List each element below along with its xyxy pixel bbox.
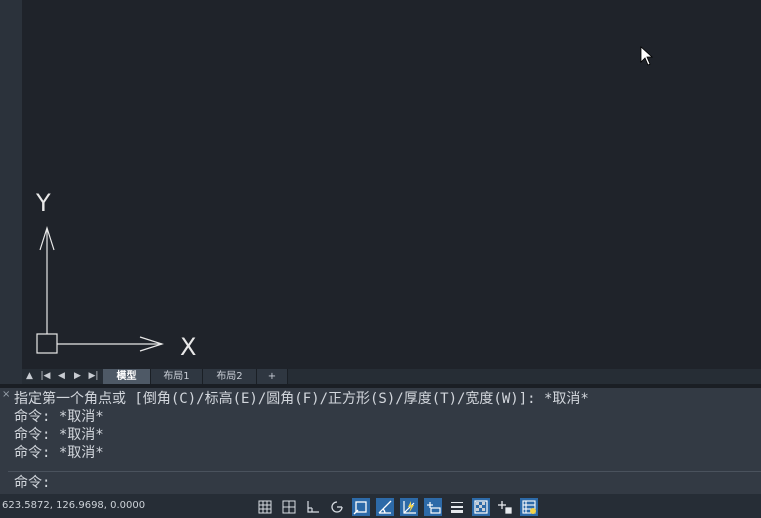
prev-layout-button[interactable]: ◀ (55, 370, 68, 383)
ortho-mode-toggle[interactable] (304, 498, 322, 516)
polar-tracking-toggle[interactable] (328, 498, 346, 516)
command-history-line: 命令: *取消* (14, 445, 104, 461)
tab-scroll-up-button[interactable]: ▲ (23, 370, 36, 383)
snap-grid-icon (282, 500, 296, 514)
polar-icon (331, 501, 343, 513)
command-history-line: 命令: *取消* (14, 427, 104, 443)
lineweight-toggle[interactable] (448, 498, 466, 516)
last-layout-button[interactable]: ▶| (87, 370, 100, 383)
command-separator (8, 471, 761, 472)
left-panel-strip (0, 0, 22, 388)
next-layout-button[interactable]: ▶ (71, 370, 84, 383)
layout-tab-bar: ▲ |◀ ◀ ▶ ▶| 模型 布局1 布局2 + (22, 369, 761, 384)
tab-layout1[interactable]: 布局1 (151, 369, 203, 384)
transparency-icon (474, 500, 488, 514)
dynamic-input-toggle[interactable] (424, 498, 442, 516)
status-bar: 623.5872, 126.9698, 0.0000 (0, 494, 761, 518)
selection-cycling-toggle[interactable] (496, 498, 514, 516)
object-snap-tracking-toggle[interactable] (376, 498, 394, 516)
object-snap-toggle[interactable] (352, 498, 370, 516)
annotation-icon (522, 500, 536, 514)
lineweight-icon (451, 502, 463, 513)
command-close-icon[interactable]: × (2, 390, 10, 400)
tab-layout2[interactable]: 布局2 (203, 369, 257, 384)
dynamic-ucs-toggle[interactable] (400, 498, 418, 516)
selection-cycling-icon (498, 501, 512, 514)
command-history-line: 命令: *取消* (14, 409, 104, 425)
coordinate-readout: 623.5872, 126.9698, 0.0000 (2, 500, 146, 511)
command-input[interactable] (60, 474, 750, 492)
dynamic-ucs-icon (403, 501, 416, 514)
osnap-icon (353, 501, 367, 515)
add-layout-button[interactable]: + (257, 369, 288, 384)
command-prompt-label: 命令: (14, 475, 51, 491)
transparency-toggle[interactable] (472, 498, 490, 516)
command-window: × 指定第一个角点或 [倒角(C)/标高(E)/圆角(F)/正方形(S)/厚度(… (0, 388, 761, 494)
ortho-icon (307, 501, 319, 513)
osnap-tracking-icon (378, 500, 392, 514)
tab-model[interactable]: 模型 (103, 369, 151, 384)
grid-display-toggle[interactable] (256, 498, 274, 516)
first-layout-button[interactable]: |◀ (39, 370, 52, 383)
command-history-line: 指定第一个角点或 [倒角(C)/标高(E)/圆角(F)/正方形(S)/厚度(T)… (14, 391, 589, 407)
dynamic-input-icon (427, 502, 441, 514)
snap-mode-toggle[interactable] (280, 498, 298, 516)
mouse-cursor-icon (640, 46, 654, 66)
grid-icon (258, 500, 272, 514)
annotation-monitor-toggle[interactable] (520, 498, 538, 516)
